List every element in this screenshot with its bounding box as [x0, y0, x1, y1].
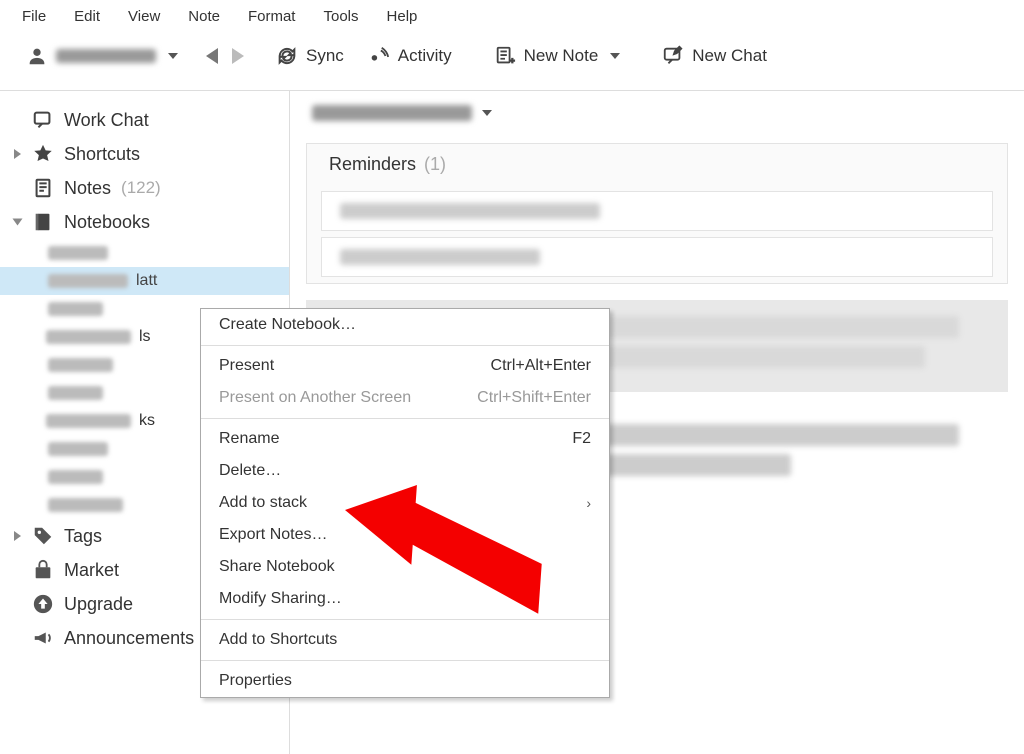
ctx-add-to-stack[interactable]: Add to stack› [201, 487, 609, 519]
ctx-export-notes[interactable]: Export Notes… [201, 519, 609, 551]
shortcut-label: Ctrl+Alt+Enter [491, 357, 591, 375]
sidebar-label: Notebooks [64, 212, 150, 233]
reminders-header[interactable]: Reminders (1) [307, 144, 1007, 185]
reminders-panel: Reminders (1) [306, 143, 1008, 284]
menu-format[interactable]: Format [234, 4, 310, 24]
sync-label: Sync [306, 46, 344, 66]
ctx-create-notebook[interactable]: Create Notebook… [201, 309, 609, 341]
sidebar-label: Announcements [64, 628, 194, 649]
sidebar-label: Market [64, 560, 119, 581]
sync-icon [276, 45, 298, 67]
reminder-row[interactable] [321, 191, 993, 231]
context-menu: Create Notebook… PresentCtrl+Alt+Enter P… [200, 308, 610, 698]
note-icon [32, 177, 54, 199]
menu-note[interactable]: Note [174, 4, 234, 24]
ctx-present-other: Present on Another ScreenCtrl+Shift+Ente… [201, 382, 609, 414]
sidebar-label: Upgrade [64, 594, 133, 615]
menu-bar: File Edit View Note Format Tools Help [0, 0, 1024, 30]
ctx-present[interactable]: PresentCtrl+Alt+Enter [201, 350, 609, 382]
menu-help[interactable]: Help [373, 4, 432, 24]
new-note-button[interactable]: New Note [484, 41, 631, 71]
ctx-modify-sharing[interactable]: Modify Sharing… [201, 583, 609, 615]
new-chat-label: New Chat [692, 46, 767, 66]
separator [201, 660, 609, 661]
menu-tools[interactable]: Tools [309, 4, 372, 24]
shortcut-label: Ctrl+Shift+Enter [477, 389, 591, 407]
user-menu[interactable] [20, 41, 184, 71]
shortcut-label: F2 [572, 430, 591, 448]
new-chat-icon [662, 45, 684, 67]
menu-edit[interactable]: Edit [60, 4, 114, 24]
new-note-icon [494, 45, 516, 67]
separator [201, 345, 609, 346]
sync-button[interactable]: Sync [266, 41, 354, 71]
activity-icon [368, 45, 390, 67]
reminders-count: (1) [424, 154, 446, 175]
sidebar-label: Tags [64, 526, 102, 547]
notebook-suffix: latt [136, 272, 157, 290]
separator [201, 619, 609, 620]
ctx-rename[interactable]: RenameF2 [201, 423, 609, 455]
menu-file[interactable]: File [8, 4, 60, 24]
tag-icon [32, 525, 54, 547]
ctx-properties[interactable]: Properties [201, 665, 609, 697]
reminder-row[interactable] [321, 237, 993, 277]
activity-button[interactable]: Activity [358, 41, 462, 71]
content-header[interactable] [290, 105, 1024, 135]
reminders-label: Reminders [329, 154, 416, 175]
activity-label: Activity [398, 46, 452, 66]
content-title [312, 105, 472, 121]
ctx-delete[interactable]: Delete… [201, 455, 609, 487]
sidebar-item-notes[interactable]: Notes (122) [0, 171, 289, 205]
sidebar-item-shortcuts[interactable]: Shortcuts [0, 137, 289, 171]
notebook-item[interactable] [0, 239, 289, 267]
user-icon [26, 45, 48, 67]
ctx-add-to-shortcuts[interactable]: Add to Shortcuts [201, 624, 609, 656]
submenu-arrow-icon: › [586, 495, 591, 511]
nav-back-button[interactable] [206, 48, 218, 64]
upgrade-icon [32, 593, 54, 615]
toolbar: Sync Activity New Note New Chat [0, 30, 1024, 90]
sidebar-item-notebooks[interactable]: Notebooks [0, 205, 289, 239]
sidebar-label: Notes [64, 178, 111, 199]
chevron-down-icon [610, 53, 620, 59]
chat-icon [32, 109, 54, 131]
new-note-label: New Note [524, 46, 599, 66]
megaphone-icon [32, 627, 54, 649]
chevron-down-icon [482, 110, 492, 116]
nav-forward-button[interactable] [232, 48, 244, 64]
new-chat-button[interactable]: New Chat [652, 41, 777, 71]
notes-count: (122) [121, 178, 161, 198]
notebook-item-selected[interactable]: latt [0, 267, 289, 295]
sidebar-label: Shortcuts [64, 144, 140, 165]
sidebar-label: Work Chat [64, 110, 149, 131]
separator [201, 418, 609, 419]
ctx-share-notebook[interactable]: Share Notebook [201, 551, 609, 583]
menu-view[interactable]: View [114, 4, 174, 24]
sidebar-item-workchat[interactable]: Work Chat [0, 103, 289, 137]
user-name [56, 49, 156, 63]
chevron-down-icon [168, 53, 178, 59]
notebook-icon [32, 211, 54, 233]
star-icon [32, 143, 54, 165]
market-icon [32, 559, 54, 581]
